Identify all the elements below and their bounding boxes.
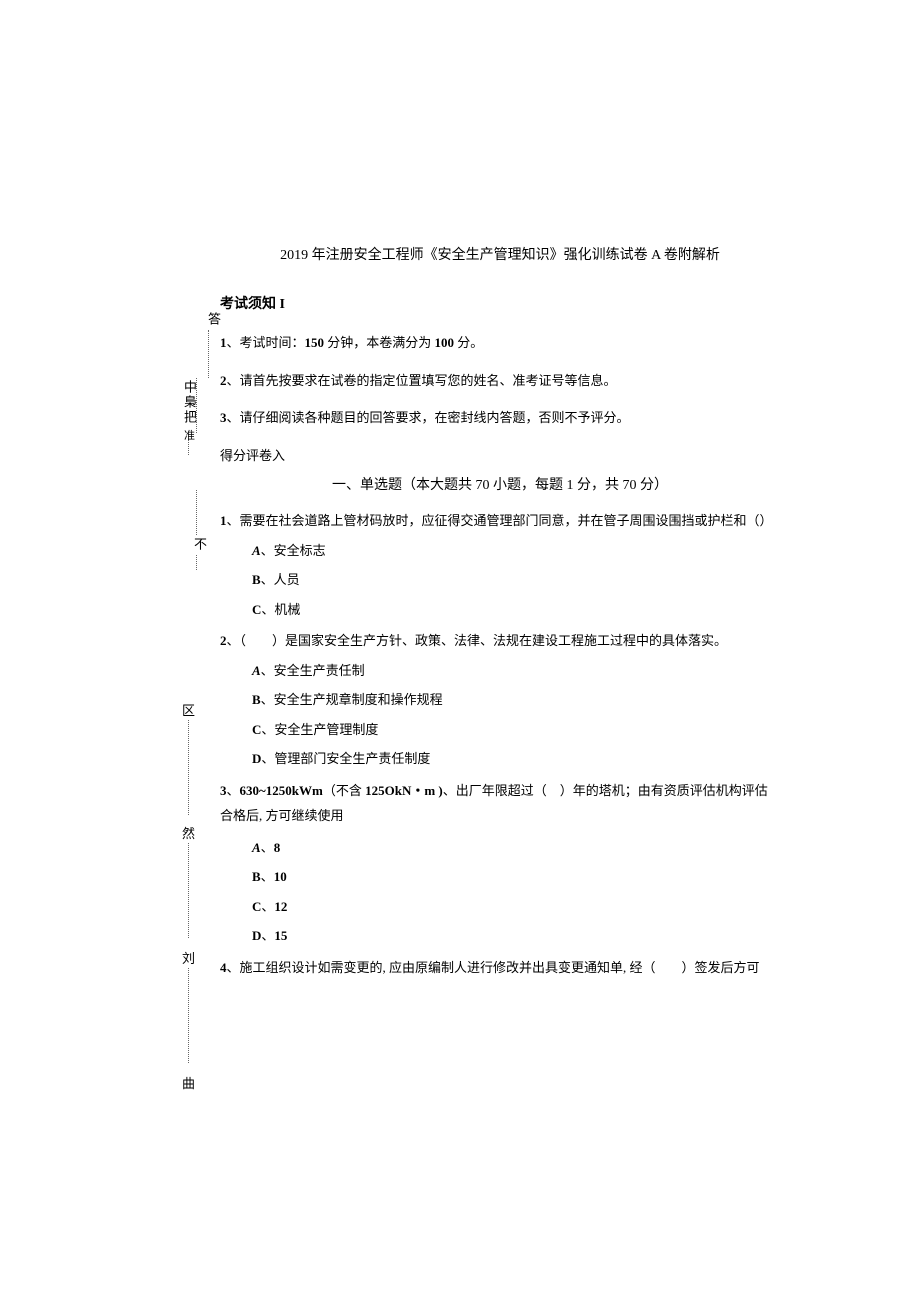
option-label: B: [252, 869, 261, 884]
margin-dots: [188, 968, 190, 1063]
option-label: C: [252, 602, 261, 617]
notice-item: 2、请首先按要求在试卷的指定位置填写您的姓名、准考证号等信息。: [220, 371, 780, 391]
option-label: A: [252, 543, 261, 558]
option-label: D: [252, 751, 261, 766]
question: 4、施工组织设计如需变更的, 应由原编制人进行修改并出具变更通知单, 经（ ）签…: [220, 958, 780, 978]
option-label: A: [252, 663, 261, 678]
option-sep: 、: [261, 899, 274, 914]
question-body: 、需要在社会道路上管材码放时，应征得交通管理部门同意，并在管子周围设围挡或护栏和…: [227, 513, 773, 528]
notice-heading: 考试须知 I: [220, 294, 780, 315]
margin-dots: [188, 843, 190, 938]
margin-dots: [208, 330, 210, 378]
option-label: B: [252, 692, 261, 707]
q3-mid: （不含: [323, 783, 365, 798]
option-sep: 、: [261, 928, 274, 943]
question-body: 、施工组织设计如需变更的, 应由原编制人进行修改并出具变更通知单, 经（ ）签发…: [227, 960, 760, 975]
option: A、安全生产责任制: [252, 661, 780, 681]
option-label: B: [252, 572, 261, 587]
option: B、人员: [252, 570, 780, 590]
question: 2、（ ）是国家安全生产方针、政策、法律、法规在建设工程施工过程中的具体落实。 …: [220, 631, 780, 769]
notice-strong: 150: [305, 335, 325, 350]
option: B、10: [252, 867, 780, 887]
option-text: 、安全生产责任制: [261, 663, 365, 678]
option-text: 、管理部门安全生产责任制度: [261, 751, 430, 766]
margin-dots: [196, 378, 198, 433]
question: 1、需要在社会道路上管材码放时，应征得交通管理部门同意，并在管子周围设围挡或护栏…: [220, 511, 780, 619]
margin-dots: [196, 555, 198, 570]
margin-dots: [188, 720, 190, 815]
option-label: D: [252, 928, 261, 943]
score-row: 得分评卷入: [220, 446, 780, 466]
option-text: 、安全生产规章制度和操作规程: [261, 692, 443, 707]
question-body: 、（ ）是国家安全生产方针、政策、法律、法规在建设工程施工过程中的具体落实。: [227, 633, 728, 648]
option-sep: 、: [261, 840, 274, 855]
notice-item: 1、考试时间：150 分钟，本卷满分为 100 分。: [220, 333, 780, 353]
margin-char: 然: [182, 823, 195, 842]
question-continuation: 合格后, 方可继续使用: [220, 806, 780, 826]
document-body: 2019 年注册安全工程师《安全生产管理知识》强化训练试卷 A 卷附解析 考试须…: [220, 245, 780, 989]
option: D、15: [252, 926, 780, 946]
section-title: 一、单选题（本大题共 70 小题，每题 1 分，共 70 分）: [220, 475, 780, 496]
margin-char: 刘: [182, 948, 195, 967]
option: C、12: [252, 897, 780, 917]
option-text: 、安全标志: [261, 543, 326, 558]
question-text: 2、（ ）是国家安全生产方针、政策、法律、法规在建设工程施工过程中的具体落实。: [220, 631, 780, 651]
margin-dots: [188, 440, 190, 455]
notice-strong: 100: [435, 335, 455, 350]
margin-char: 区: [182, 700, 195, 719]
binding-margin: 答 中 梟 把 准 不 区 然 刘 曲: [170, 0, 220, 1301]
option-sep: 、: [261, 869, 274, 884]
notice-item: 3、请仔细阅读各种题目的回答要求，在密封线内答题，否则不予评分。: [220, 408, 780, 428]
option: C、机械: [252, 600, 780, 620]
question: 3、630~1250kWm（不含 125OkN・m )、出厂年限超过（ ）年的塔…: [220, 781, 780, 946]
q3-strong: 125OkN・m ): [365, 783, 443, 798]
option: D、管理部门安全生产责任制度: [252, 749, 780, 769]
notice-text: 、请首先按要求在试卷的指定位置填写您的姓名、准考证号等信息。: [227, 373, 617, 388]
q3-mid: 、出厂年限超过（ ）年的塔机；由有资质评估机构评估: [443, 783, 768, 798]
option: A、安全标志: [252, 541, 780, 561]
document-title: 2019 年注册安全工程师《安全生产管理知识》强化训练试卷 A 卷附解析: [220, 245, 780, 266]
notice-text: 、考试时间：: [227, 335, 305, 350]
question-text: 1、需要在社会道路上管材码放时，应征得交通管理部门同意，并在管子周围设围挡或护栏…: [220, 511, 780, 531]
q3-strong: 630~1250kWm: [240, 783, 323, 798]
option-text: 、机械: [261, 602, 300, 617]
notice-text: 分。: [454, 335, 483, 350]
option-val: 15: [274, 928, 287, 943]
option: A、8: [252, 838, 780, 858]
option-val: 8: [274, 840, 281, 855]
q3-pre: 、: [227, 783, 240, 798]
option-val: 10: [274, 869, 287, 884]
question-text: 3、630~1250kWm（不含 125OkN・m )、出厂年限超过（ ）年的塔…: [220, 781, 780, 801]
option: B、安全生产规章制度和操作规程: [252, 690, 780, 710]
option: C、安全生产管理制度: [252, 720, 780, 740]
margin-char: 不: [190, 537, 209, 550]
option-text: 、安全生产管理制度: [261, 722, 378, 737]
option-label: C: [252, 722, 261, 737]
option-text: 、人员: [261, 572, 300, 587]
question-text: 4、施工组织设计如需变更的, 应由原编制人进行修改并出具变更通知单, 经（ ）签…: [220, 958, 780, 978]
option-label: C: [252, 899, 261, 914]
option-label: A: [252, 840, 261, 855]
notice-text: 分钟，本卷满分为: [324, 335, 435, 350]
option-val: 12: [274, 899, 287, 914]
notice-text: 、请仔细阅读各种题目的回答要求，在密封线内答题，否则不予评分。: [227, 410, 630, 425]
margin-char: 曲: [182, 1073, 195, 1092]
margin-dots: [196, 490, 198, 535]
